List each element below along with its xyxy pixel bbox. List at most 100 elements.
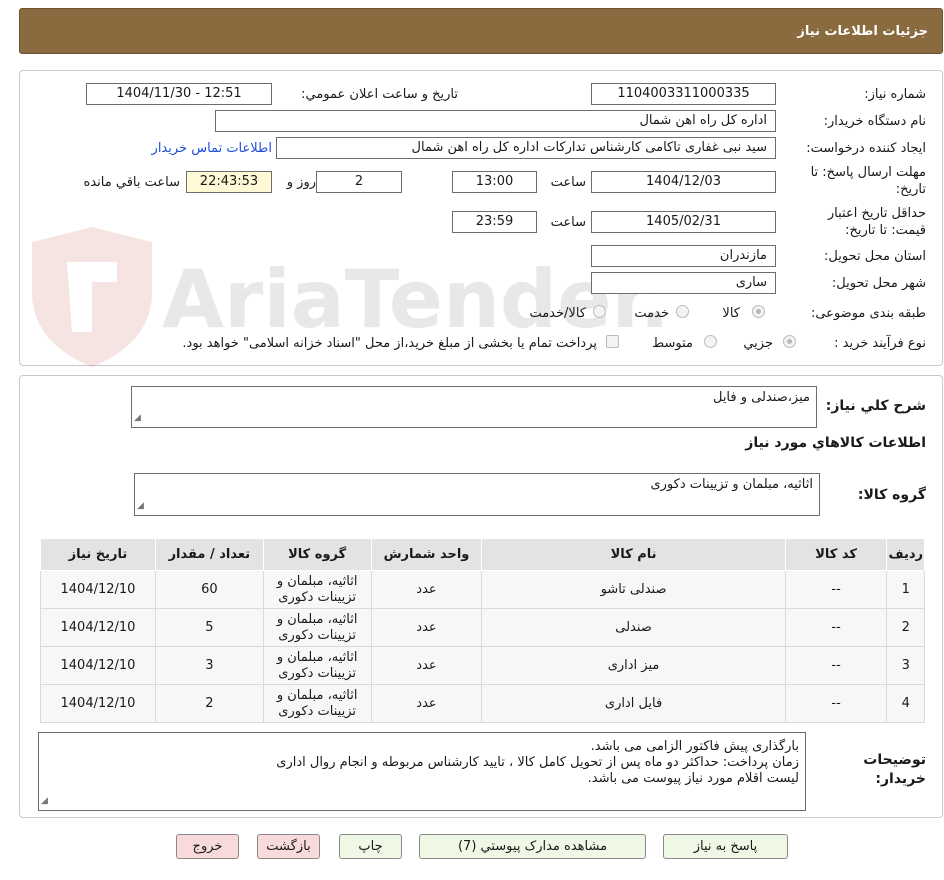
print-button[interactable]: چاپ [339,834,402,859]
buyer-note-line: بارگذاری پیش فاکتور الزامی می باشد. [590,739,799,754]
creator-label: ايجاد کننده درخواست: [806,141,926,156]
process-small-radio[interactable] [783,335,796,348]
goods-group-text: اثاثیه، مبلمان و تزیینات دکوری [650,477,813,492]
category-both-label: کالا/خدمت [529,306,586,321]
resize-grip-icon[interactable]: ◢ [134,410,141,426]
validity-label: حداقل تاريخ اعتبار قيمت: تا تاريخ: [827,206,926,238]
buyer-notes-label: توضيحات خريدار: [863,752,926,787]
category-both-radio[interactable] [593,305,606,318]
row-number: 2 [886,608,925,647]
item-date: 1404/12/10 [40,684,156,723]
table-row[interactable]: 2 -- صندلی عدد اثاثیه، مبلمان و تزیینات … [40,608,925,647]
row-number: 1 [886,570,925,609]
table-row[interactable]: 1 -- صندلی تاشو عدد اثاثیه، مبلمان و تزی… [40,570,925,609]
province-field[interactable]: مازندران [591,245,776,267]
buyer-note-line: زمان پرداخت: حداکثر دو ماه پس از تحویل ک… [276,755,799,770]
reply-date-field[interactable]: 1404/12/03 [591,171,776,193]
goods-info-title: اطلاعات کالاهاي مورد نياز [745,435,926,451]
treasury-payment-note: پرداخت تمام يا بخشی از مبلغ خريد،از محل … [182,336,597,351]
item-code: -- [784,570,888,609]
validity-time-field[interactable]: 23:59 [452,211,537,233]
treasury-payment-checkbox[interactable] [606,335,619,348]
buyer-org-field[interactable]: اداره کل راه اهن شمال [215,110,776,132]
category-service-radio[interactable] [676,305,689,318]
item-group: اثاثیه، مبلمان و تزیینات دکوری [262,570,372,609]
reply-time-field[interactable]: 13:00 [452,171,537,193]
need-description-field[interactable]: میز،صندلی و فایل ◢ [131,386,817,428]
remaining-time-field: 22:43:53 [186,171,272,193]
validity-date-field[interactable]: 1405/02/31 [591,211,776,233]
city-label: شهر محل تحويل: [831,276,926,291]
announce-label: تاریخ و ساعت اعلان عمومي: [301,87,458,102]
announce-datetime-field[interactable]: 1404/11/30 - 12:51 [86,83,272,105]
item-name: صندلی تاشو [481,570,786,609]
province-label: استان محل تحويل: [824,249,926,264]
item-code: -- [784,646,888,685]
item-name: فایل اداری [481,684,786,723]
reply-deadline-label: مهلت ارسال پاسخ: تا تاريخ: [810,165,926,197]
goods-group-label: گروه کالا: [857,487,926,503]
days-field[interactable]: 2 [316,171,402,193]
item-qty: 5 [154,608,264,647]
watermark-text: AriaTender.neT [162,253,662,346]
item-unit: عدد [370,570,483,609]
category-goods-label: کالا [722,306,740,321]
row-number: 3 [886,646,925,685]
days-label: روز و [286,175,316,190]
remaining-time-label: ساعت باقي مانده [83,175,180,190]
reply-button[interactable]: پاسخ به نياز [663,834,788,859]
process-label: نوع فرآيند خريد : [834,336,926,351]
category-service-label: خدمت [634,306,669,321]
item-group: اثاثیه، مبلمان و تزیینات دکوری [262,646,372,685]
item-date: 1404/12/10 [40,646,156,685]
col-name-header: نام کالا [481,538,786,571]
creator-field[interactable]: سید نبی غفاری تاکامی کارشناس تدارکات ادا… [276,137,776,159]
exit-button[interactable]: خروج [176,834,239,859]
item-qty: 2 [154,684,264,723]
item-unit: عدد [370,608,483,647]
item-name: میز اداری [481,646,786,685]
process-small-label: جزيي [743,336,773,351]
col-row-header: رديف [886,538,925,571]
col-qty-header: تعداد / مقدار [154,538,264,571]
page-title: جزئیات اطلاعات نیاز [19,8,943,54]
need-number-label: شماره نیاز: [864,87,926,102]
process-medium-label: متوسط [652,336,693,351]
item-date: 1404/12/10 [40,570,156,609]
validity-time-label: ساعت [550,215,586,230]
item-qty: 3 [154,646,264,685]
items-table: رديف کد کالا نام کالا واحد شمارش گروه کا… [40,538,925,723]
col-code-header: کد کالا [784,538,888,571]
category-goods-radio[interactable] [752,305,765,318]
view-attachments-button[interactable]: مشاهده مدارک پيوستي (7) [419,834,646,859]
need-number-field[interactable]: 1104003311000335 [591,83,776,105]
item-date: 1404/12/10 [40,608,156,647]
item-group: اثاثیه، مبلمان و تزیینات دکوری [262,684,372,723]
col-group-header: گروه کالا [262,538,372,571]
need-description-label: شرح کلي نياز: [825,398,926,414]
table-row[interactable]: 4 -- فایل اداری عدد اثاثیه، مبلمان و تزی… [40,684,925,723]
item-name: صندلی [481,608,786,647]
city-field[interactable]: ساری [591,272,776,294]
row-number: 4 [886,684,925,723]
need-description-text: میز،صندلی و فایل [712,390,810,405]
item-unit: عدد [370,684,483,723]
items-table-header: رديف کد کالا نام کالا واحد شمارش گروه کا… [40,538,925,571]
item-unit: عدد [370,646,483,685]
buyer-notes-field[interactable]: بارگذاری پیش فاکتور الزامی می باشد. زمان… [38,732,806,811]
category-label: طبقه بندی موضوعی: [810,306,926,321]
contact-buyer-link[interactable]: اطلاعات تماس خريدار [152,141,272,156]
process-medium-radio[interactable] [704,335,717,348]
item-qty: 60 [154,570,264,609]
back-button[interactable]: بازگشت [257,834,320,859]
goods-group-field[interactable]: اثاثیه، مبلمان و تزیینات دکوری ◢ [134,473,820,516]
item-code: -- [784,684,888,723]
table-row[interactable]: 3 -- میز اداری عدد اثاثیه، مبلمان و تزیی… [40,646,925,685]
col-unit-header: واحد شمارش [370,538,483,571]
item-group: اثاثیه، مبلمان و تزیینات دکوری [262,608,372,647]
buyer-note-line: لیست اقلام مورد نیاز پیوست می باشد. [587,771,799,786]
resize-grip-icon[interactable]: ◢ [137,498,144,514]
resize-grip-icon[interactable]: ◢ [41,793,48,809]
item-code: -- [784,608,888,647]
reply-time-label: ساعت [550,175,586,190]
